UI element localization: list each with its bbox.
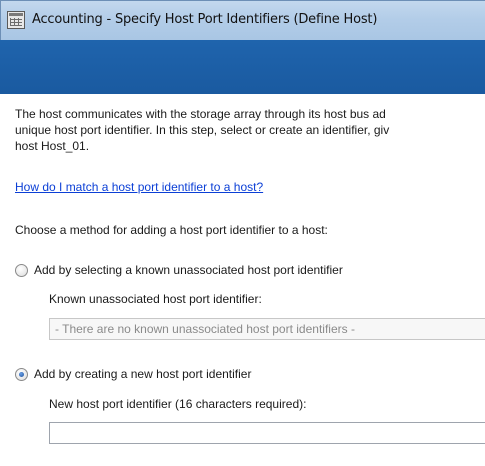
wizard-content: The host communicates with the storage a… (0, 94, 485, 466)
option-new-radio-row[interactable]: Add by creating a new host port identifi… (15, 366, 251, 382)
wizard-window: Accounting - Specify Host Port Identifie… (0, 0, 485, 466)
option-new-label: Add by creating a new host port identifi… (34, 367, 252, 381)
known-identifier-select-value: - There are no known unassociated host p… (55, 322, 355, 336)
step-description: The host communicates with the storage a… (15, 106, 485, 154)
window-title: Accounting - Specify Host Port Identifie… (32, 12, 378, 27)
option-known-radio-row[interactable]: Add by selecting a known unassociated ho… (15, 262, 343, 278)
wizard-header-band (0, 40, 485, 94)
help-link[interactable]: How do I match a host port identifier to… (15, 180, 263, 194)
new-identifier-input[interactable] (49, 422, 485, 444)
method-prompt: Choose a method for adding a host port i… (15, 223, 328, 237)
new-identifier-label: New host port identifier (16 characters … (49, 397, 307, 411)
option-known-radio[interactable] (15, 263, 28, 277)
option-new-radio[interactable] (15, 367, 28, 381)
host-grid-icon (7, 11, 25, 29)
known-identifier-select[interactable]: - There are no known unassociated host p… (49, 318, 485, 340)
description-line: The host communicates with the storage a… (15, 107, 386, 121)
option-known-label: Add by selecting a known unassociated ho… (34, 263, 343, 277)
description-line: unique host port identifier. In this ste… (15, 123, 390, 137)
known-identifier-label: Known unassociated host port identifier: (49, 292, 262, 306)
title-bar[interactable]: Accounting - Specify Host Port Identifie… (0, 0, 485, 40)
description-line: host Host_01. (15, 139, 90, 153)
